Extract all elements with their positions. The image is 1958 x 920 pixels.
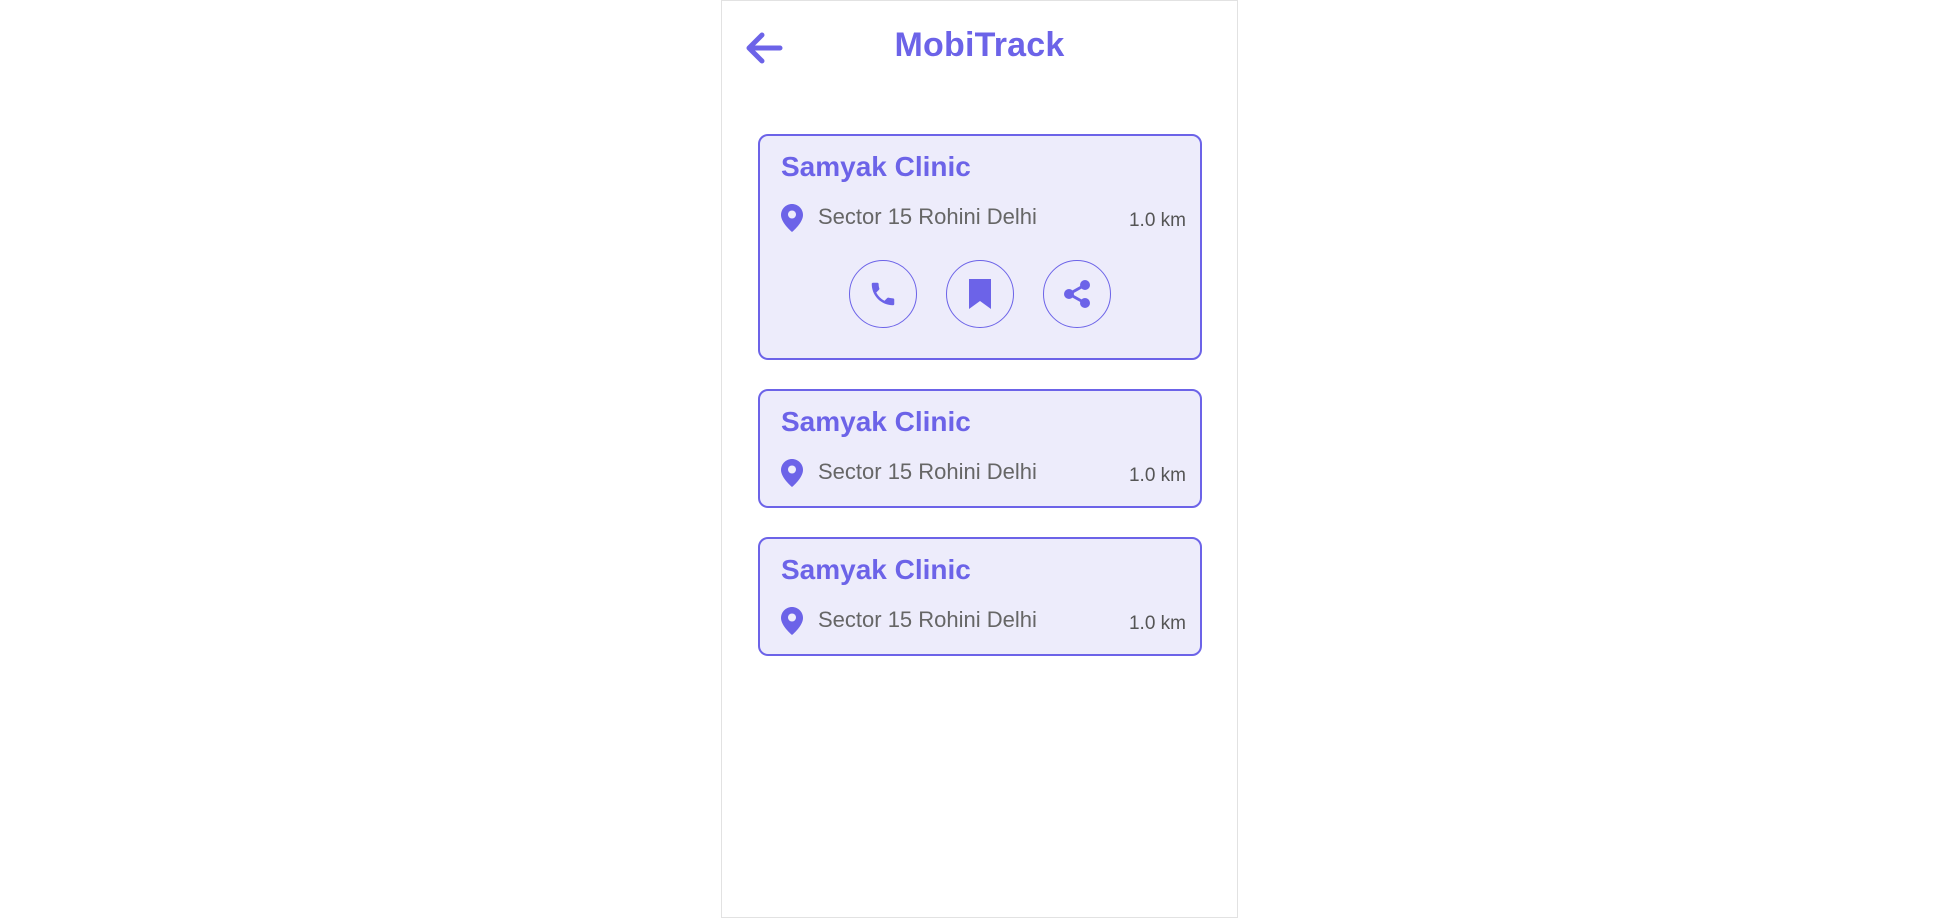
bookmark-icon [969,279,991,309]
clinic-address: Sector 15 Rohini Delhi [818,607,1037,632]
location-pin-icon [781,459,803,487]
clinic-name: Samyak Clinic [781,554,971,585]
location-pin-icon [781,204,803,232]
share-icon [1064,280,1090,308]
clinic-distance: 1.0 km [1128,613,1186,634]
clinic-distance: 1.0 km [1128,465,1186,486]
location-pin-icon [781,607,803,635]
clinic-distance: 1.0 km [1128,210,1186,231]
clinic-name: Samyak Clinic [781,406,971,437]
clinic-card[interactable]: Samyak Clinic Sector 15 Rohini Delhi 1.0… [758,537,1202,656]
clinic-address: Sector 15 Rohini Delhi [818,204,1037,229]
app-header: MobiTrack [722,1,1237,96]
clinic-card[interactable]: Samyak Clinic Sector 15 Rohini Delhi 1.0… [758,389,1202,508]
clinic-list: Samyak Clinic Sector 15 Rohini Delhi 1.0… [758,134,1202,685]
phone-icon [871,282,895,306]
clinic-address: Sector 15 Rohini Delhi [818,459,1037,484]
call-button[interactable] [849,260,917,328]
clinic-card[interactable]: Samyak Clinic Sector 15 Rohini Delhi 1.0… [758,134,1202,360]
clinic-actions [760,260,1200,328]
app-title: MobiTrack [894,26,1065,64]
share-button[interactable] [1043,260,1111,328]
bookmark-button[interactable] [946,260,1014,328]
clinic-name: Samyak Clinic [781,151,971,182]
phone-screen: MobiTrack Samyak Clinic Sector 15 Rohini… [721,0,1238,918]
